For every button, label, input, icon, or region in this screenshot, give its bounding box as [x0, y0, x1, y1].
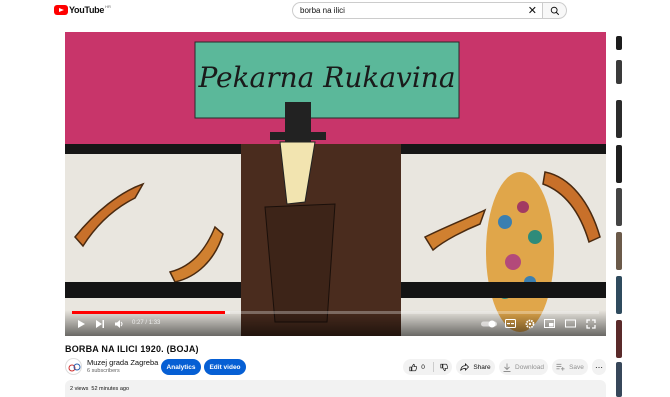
- time-current: 0:27: [132, 320, 144, 326]
- channel-name[interactable]: Muzej grada Zagreba: [87, 358, 158, 367]
- search-box: ✕: [292, 2, 543, 19]
- like-count: 0: [421, 363, 425, 371]
- download-button[interactable]: Download: [499, 359, 548, 375]
- channel-logo-icon: [68, 363, 81, 372]
- youtube-play-icon: [54, 5, 68, 15]
- download-icon: [503, 363, 511, 372]
- recommendation-thumb[interactable]: [616, 145, 622, 183]
- subscriber-count: 6 subscribers: [87, 368, 120, 374]
- save-to-playlist-icon: [556, 363, 565, 371]
- recommendation-thumb[interactable]: [616, 100, 622, 138]
- recommendation-thumb[interactable]: [616, 36, 622, 50]
- search-button[interactable]: [542, 2, 567, 19]
- share-label: Share: [473, 363, 491, 371]
- save-label: Save: [569, 363, 584, 371]
- more-icon: ⋯: [595, 362, 603, 372]
- subtitles-icon[interactable]: [505, 319, 516, 328]
- recommendation-thumb[interactable]: [616, 276, 622, 314]
- more-actions-button[interactable]: ⋯: [592, 359, 606, 375]
- description-box[interactable]: 2 views 52 minutes ago: [65, 380, 606, 397]
- theater-icon[interactable]: [565, 319, 576, 328]
- settings-icon[interactable]: [525, 319, 535, 329]
- save-button[interactable]: Save: [552, 359, 588, 375]
- recommendations-strip: [613, 0, 622, 397]
- recommendation-thumb[interactable]: [616, 320, 622, 358]
- thumbs-down-icon[interactable]: [440, 363, 448, 372]
- miniplayer-icon[interactable]: [544, 319, 555, 328]
- download-label: Download: [515, 363, 544, 371]
- youtube-logo[interactable]: YouTube HR: [54, 3, 111, 15]
- play-icon[interactable]: [76, 319, 86, 329]
- played-bar: [72, 311, 225, 314]
- video-player[interactable]: Pekarna Rukavina 0:27 / 1:33: [65, 32, 606, 336]
- logo-text: YouTube: [69, 5, 105, 15]
- autoplay-toggle[interactable]: [481, 320, 497, 328]
- logo-country-code: HR: [105, 3, 111, 9]
- search-icon: [550, 6, 560, 16]
- recommendation-thumb[interactable]: [616, 60, 622, 84]
- progress-bar[interactable]: [72, 311, 599, 314]
- close-icon[interactable]: ✕: [528, 4, 537, 17]
- shop-sign-text: Pekarna Rukavina: [197, 61, 455, 94]
- share-icon: [460, 363, 470, 371]
- thumbs-up-icon: [409, 363, 418, 371]
- fullscreen-icon[interactable]: [586, 319, 596, 329]
- search-input[interactable]: [300, 6, 510, 15]
- video-frame: Pekarna Rukavina: [65, 32, 606, 336]
- channel-avatar[interactable]: [65, 358, 82, 375]
- masthead: YouTube HR ✕: [0, 0, 620, 22]
- view-meta: 2 views 52 minutes ago: [70, 386, 129, 392]
- player-controls: 0:27 / 1:33: [65, 310, 606, 336]
- like-divider: [432, 362, 434, 372]
- view-count: 2 views: [70, 386, 89, 392]
- time-display: 0:27 / 1:33: [132, 320, 161, 326]
- recommendation-thumb[interactable]: [616, 232, 622, 270]
- like-button[interactable]: 0: [403, 359, 452, 375]
- time-total: 1:33: [148, 320, 161, 326]
- upload-age: 52 minutes ago: [91, 386, 130, 392]
- next-icon[interactable]: [95, 319, 105, 329]
- recommendation-thumb[interactable]: [616, 188, 622, 226]
- volume-icon[interactable]: [114, 319, 124, 329]
- analytics-button[interactable]: Analytics: [161, 359, 201, 375]
- video-title: BORBA NA ILICI 1920. (BOJA): [65, 344, 199, 354]
- recommendation-thumb[interactable]: [616, 362, 622, 397]
- share-button[interactable]: Share: [456, 359, 495, 375]
- edit-video-button[interactable]: Edit video: [204, 359, 246, 375]
